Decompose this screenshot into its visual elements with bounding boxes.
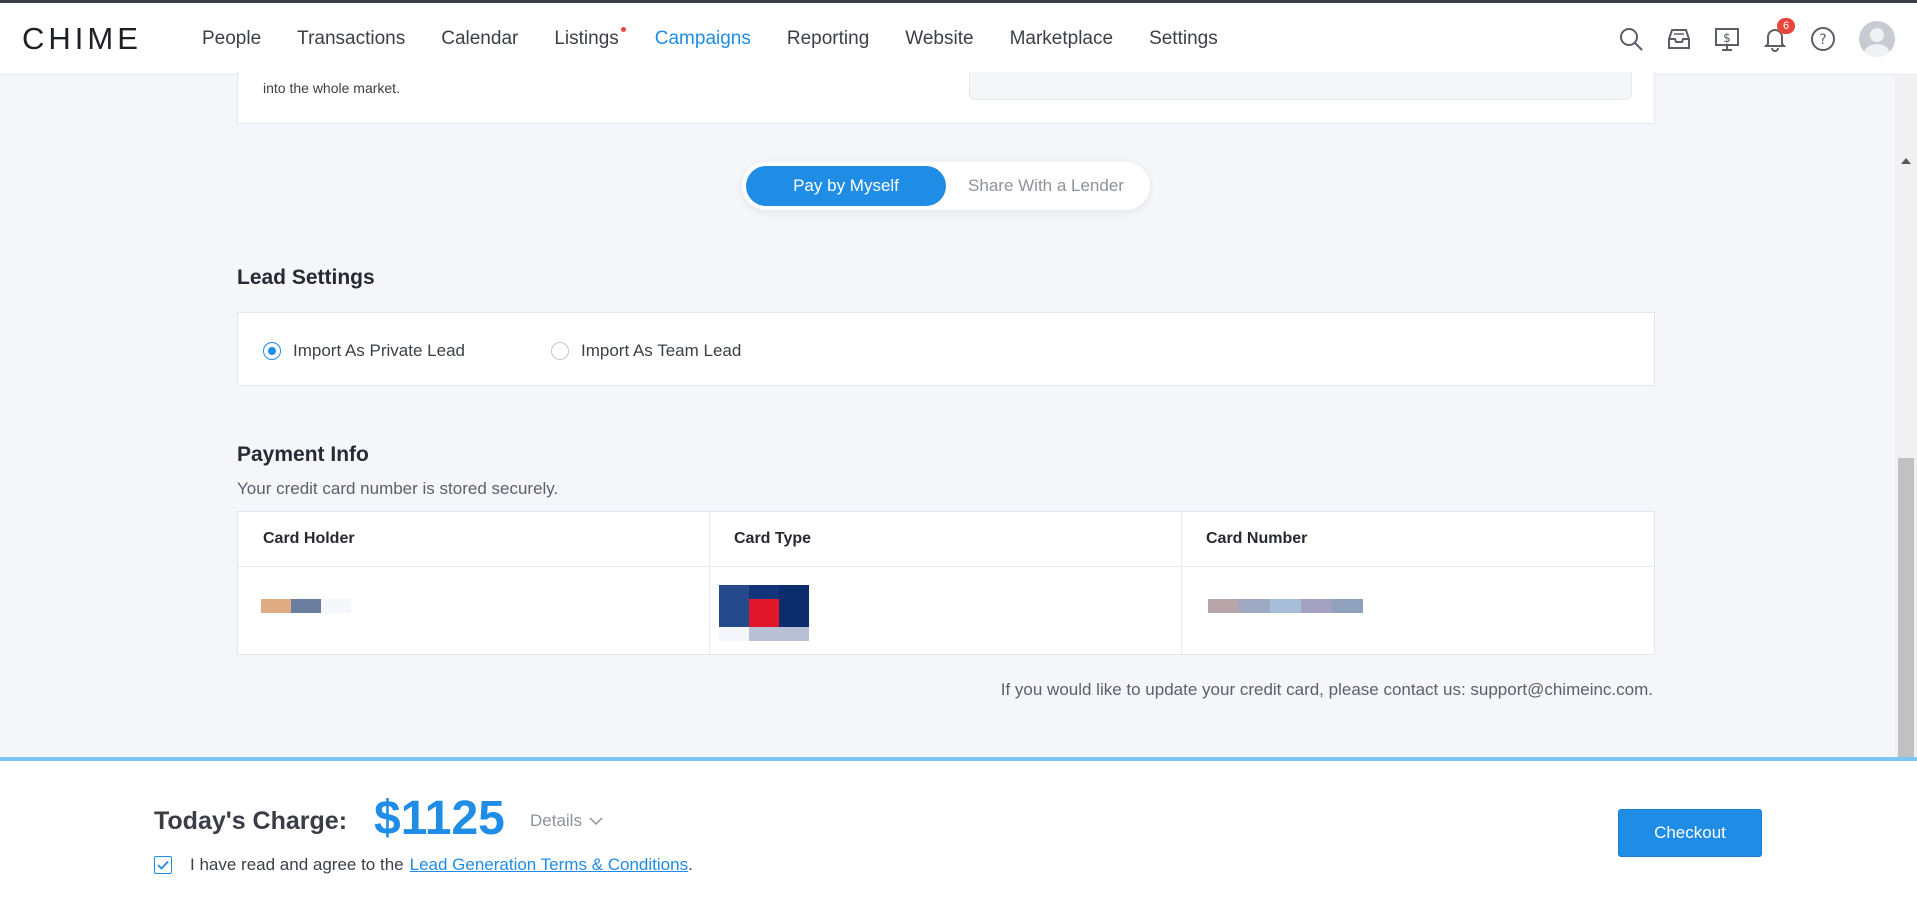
todays-charge-amount: $1125 (374, 792, 505, 845)
nav-item-transactions[interactable]: Transactions (297, 3, 405, 75)
todays-charge-label: Today's Charge: (154, 807, 348, 835)
nav-item-website[interactable]: Website (905, 3, 973, 75)
share-with-lender-option[interactable]: Share With a Lender (946, 166, 1146, 206)
column-header-card-number: Card Number (1206, 530, 1308, 547)
card-holder-cell (238, 567, 709, 655)
svg-text:?: ? (1819, 32, 1826, 48)
nav-item-label: People (202, 28, 262, 49)
market-description-card: into the whole market. (237, 72, 1655, 124)
nav-item-label: Transactions (297, 28, 406, 49)
nav-item-label: Campaigns (654, 28, 751, 49)
terms-checkbox[interactable] (154, 856, 172, 874)
nav-item-calendar[interactable]: Calendar (441, 3, 518, 75)
checkmark-icon (157, 860, 169, 870)
private-lead-label: Import As Private Lead (293, 341, 465, 360)
radio-unchecked-icon (551, 342, 569, 360)
pay-by-myself-option[interactable]: Pay by Myself (746, 166, 946, 206)
checkout-button[interactable]: Checkout (1618, 809, 1762, 857)
payment-card-table: Card Holder Card Type Card Number (237, 511, 1655, 655)
top-navigation: CHIME People Transactions Calendar Listi… (0, 3, 1917, 75)
avatar[interactable] (1859, 21, 1895, 57)
nav-item-marketplace[interactable]: Marketplace (1010, 3, 1114, 75)
card-type-cell (709, 567, 1181, 655)
nav-item-label: Marketplace (1009, 28, 1114, 49)
bell-icon[interactable]: 6 (1761, 18, 1795, 53)
nav-menu: People Transactions Calendar Listings Ca… (202, 3, 1254, 75)
notification-badge: 6 (1777, 18, 1795, 34)
terms-agreement: I have read and agree to the Lead Genera… (154, 855, 693, 875)
nav-item-listings[interactable]: Listings (554, 3, 626, 75)
card-number-cell (1181, 567, 1654, 655)
team-lead-radio[interactable]: Import As Team Lead (551, 341, 741, 361)
scrollbar-thumb[interactable] (1898, 458, 1914, 760)
nav-item-label: Listings (554, 28, 619, 49)
column-header-card-holder: Card Holder (263, 530, 355, 547)
logo-text: CHIME (22, 21, 142, 56)
new-indicator-dot (620, 27, 626, 32)
update-card-contact-text: If you would like to update your credit … (1000, 680, 1653, 699)
market-summary-panel (969, 72, 1632, 100)
checkout-footer: Today's Charge: $1125 Details I have rea… (0, 757, 1917, 901)
nav-actions: $ 6 ? (1597, 3, 1917, 75)
svg-text:$: $ (1723, 31, 1731, 45)
agree-suffix: . (688, 855, 693, 874)
market-description-text: into the whole market. (263, 80, 400, 96)
nav-item-label: Reporting (786, 28, 870, 49)
nav-item-campaigns[interactable]: Campaigns (654, 3, 751, 75)
nav-item-settings[interactable]: Settings (1149, 3, 1218, 75)
nav-item-label: Calendar (441, 28, 519, 49)
scroll-up-arrow-icon[interactable] (1901, 158, 1911, 164)
private-lead-radio[interactable]: Import As Private Lead (263, 341, 465, 361)
team-lead-label: Import As Team Lead (581, 341, 742, 360)
payment-method-toggle: Pay by Myself Share With a Lender (742, 162, 1150, 210)
nav-item-reporting[interactable]: Reporting (787, 3, 869, 75)
lead-settings-box: Import As Private Lead Import As Team Le… (237, 312, 1655, 386)
chevron-down-icon (589, 817, 603, 826)
radio-checked-icon (263, 342, 281, 360)
search-icon[interactable] (1617, 25, 1645, 53)
chime-logo[interactable]: CHIME (22, 21, 142, 56)
lead-settings-title: Lead Settings (237, 266, 375, 289)
nav-item-label: Website (905, 28, 974, 49)
payment-info-subtitle: Your credit card number is stored secure… (237, 479, 559, 498)
billing-icon[interactable]: $ (1713, 25, 1741, 53)
inbox-icon[interactable] (1665, 25, 1693, 53)
agree-text: I have read and agree to the (190, 855, 404, 874)
payment-info-title: Payment Info (237, 443, 369, 466)
details-label: Details (530, 811, 582, 830)
terms-conditions-link[interactable]: Lead Generation Terms & Conditions (410, 855, 688, 875)
details-toggle[interactable]: Details (530, 811, 604, 831)
nav-item-label: Settings (1149, 28, 1218, 49)
help-icon[interactable]: ? (1809, 25, 1837, 53)
column-header-card-type: Card Type (734, 530, 812, 547)
nav-item-people[interactable]: People (202, 3, 261, 75)
